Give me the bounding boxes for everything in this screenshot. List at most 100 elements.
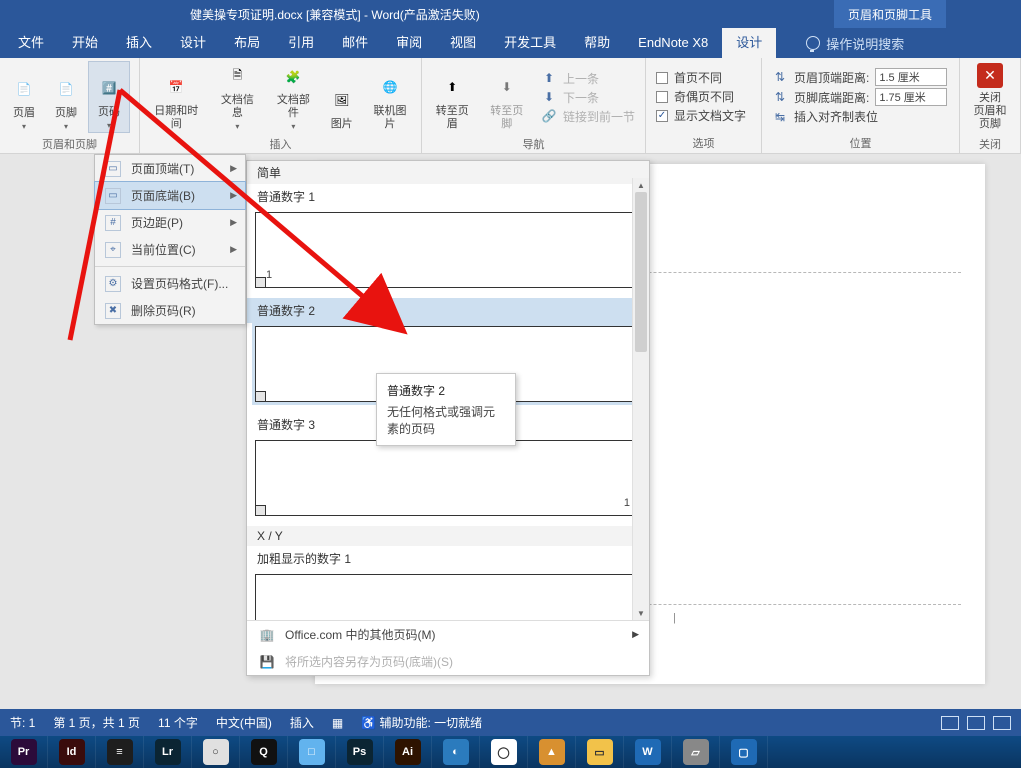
view-web-icon[interactable] xyxy=(993,716,1011,730)
app-icon: Ai xyxy=(395,739,421,765)
status-a11y[interactable]: ♿ 辅助功能: 一切就绪 xyxy=(361,714,482,731)
app-icon: Q xyxy=(251,739,277,765)
save-selection-icon: 💾 xyxy=(259,654,275,670)
gallery-more-office[interactable]: 🏢Office.com 中的其他页码(M)▶ xyxy=(247,621,649,648)
annotation-arrow xyxy=(60,80,440,360)
view-controls xyxy=(941,716,1011,730)
taskbar-item[interactable]: ◯ xyxy=(480,736,528,768)
footer-distance: ⇅页脚底端距离:1.75 厘米 xyxy=(772,88,947,106)
status-words[interactable]: 11 个字 xyxy=(158,714,198,731)
taskbar-item[interactable]: Pr xyxy=(0,736,48,768)
taskbar-item[interactable]: Ps xyxy=(336,736,384,768)
taskbar-item[interactable]: ▲ xyxy=(528,736,576,768)
taskbar-item[interactable]: ◐ xyxy=(432,736,480,768)
link-icon: 🔗 xyxy=(541,108,557,124)
tab-file[interactable]: 文件 xyxy=(4,28,58,58)
tab-design-hf[interactable]: 设计 xyxy=(722,28,776,58)
group-label-position: 位置 xyxy=(762,135,959,153)
app-icon: W xyxy=(635,739,661,765)
app-icon: Ps xyxy=(347,739,373,765)
insert-align-tab[interactable]: ↹插入对齐制表位 xyxy=(772,108,947,125)
view-print-icon[interactable] xyxy=(967,716,985,730)
show-doc-text[interactable]: ✓显示文档文字 xyxy=(656,107,746,124)
checkbox-icon[interactable] xyxy=(656,91,668,103)
checkbox-icon[interactable] xyxy=(656,72,668,84)
checkbox-icon[interactable]: ✓ xyxy=(656,110,668,122)
app-icon: □ xyxy=(299,739,325,765)
different-odd-even[interactable]: 奇偶页不同 xyxy=(656,88,746,105)
prev-section: ⬆上一条 xyxy=(541,70,635,87)
tell-me-search[interactable]: 操作说明搜索 xyxy=(806,34,904,53)
footer-distance-spinner[interactable]: 1.75 厘米 xyxy=(875,88,947,106)
text-cursor: | xyxy=(673,612,676,624)
taskbar-item[interactable]: Id xyxy=(48,736,96,768)
prev-icon: ⬆ xyxy=(541,70,557,86)
tooltip-title: 普通数字 2 xyxy=(387,382,505,399)
status-section[interactable]: 节: 1 xyxy=(10,714,35,731)
office-icon: 🏢 xyxy=(259,627,275,643)
title-text: 健美操专项证明.docx [兼容模式] - Word(产品激活失败) xyxy=(190,6,480,23)
taskbar-item[interactable]: Lr xyxy=(144,736,192,768)
status-insert[interactable]: 插入 xyxy=(290,714,314,731)
gallery-scrollbar[interactable]: ▲▼ xyxy=(632,178,649,620)
header-button[interactable]: 📄页眉▾ xyxy=(4,61,44,133)
taskbar-item[interactable]: W xyxy=(624,736,672,768)
gallery-section-xy: X / Y xyxy=(247,526,649,546)
goto-footer-button[interactable]: ⬇转至页脚 xyxy=(480,61,532,133)
taskbar-item[interactable]: ▭ xyxy=(576,736,624,768)
app-icon: ◯ xyxy=(491,739,517,765)
app-icon: ≡ xyxy=(107,739,133,765)
status-language[interactable]: 中文(中国) xyxy=(216,714,272,731)
chevron-right-icon: ▶ xyxy=(632,629,639,640)
scroll-up-icon[interactable]: ▲ xyxy=(633,178,649,192)
tab-dev[interactable]: 开发工具 xyxy=(490,28,570,58)
taskbar-item[interactable]: ▢ xyxy=(720,736,768,768)
gallery-item-bold1-label: 加粗显示的数字 1 xyxy=(247,546,649,571)
status-macro-icon[interactable]: ▦ xyxy=(332,716,343,730)
tab-view[interactable]: 视图 xyxy=(436,28,490,58)
view-read-icon[interactable] xyxy=(941,716,959,730)
tooltip: 普通数字 2 无任何格式或强调元素的页码 xyxy=(376,373,516,446)
tab-design[interactable]: 设计 xyxy=(166,28,220,58)
tell-me-text: 操作说明搜索 xyxy=(826,34,904,53)
menu-row: 文件 开始 插入 设计 布局 引用 邮件 审阅 视图 开发工具 帮助 EndNo… xyxy=(0,28,1021,58)
tab-home[interactable]: 开始 xyxy=(58,28,112,58)
goto-footer-icon: ⬇ xyxy=(493,73,521,101)
gallery-item-bold1[interactable]: 1 / 1 xyxy=(255,574,641,620)
header-icon: 📄 xyxy=(10,75,38,103)
group-label-nav: 导航 xyxy=(422,136,645,154)
taskbar-item[interactable]: Ai xyxy=(384,736,432,768)
scroll-down-icon[interactable]: ▼ xyxy=(633,606,649,620)
link-previous: 🔗链接到前一节 xyxy=(541,108,635,125)
taskbar-item[interactable]: Q xyxy=(240,736,288,768)
taskbar-item[interactable]: ○ xyxy=(192,736,240,768)
tab-layout[interactable]: 布局 xyxy=(220,28,274,58)
status-bar: 节: 1 第 1 页，共 1 页 11 个字 中文(中国) 插入 ▦ ♿ 辅助功… xyxy=(0,709,1021,736)
header-distance: ⇅页眉顶端距离:1.5 厘米 xyxy=(772,68,947,86)
tab-help[interactable]: 帮助 xyxy=(570,28,624,58)
taskbar-item[interactable]: ≡ xyxy=(96,736,144,768)
different-first-page[interactable]: 首页不同 xyxy=(656,69,746,86)
header-distance-spinner[interactable]: 1.5 厘米 xyxy=(875,68,947,86)
taskbar: Pr Id ≡ Lr○ Q □ Ps Ai ◐ ◯ ▲ ▭ W ▱ ▢ xyxy=(0,736,1021,768)
tab-icon: ↹ xyxy=(772,109,788,125)
taskbar-item[interactable]: ▱ xyxy=(672,736,720,768)
gallery-item-plain3[interactable]: 1 xyxy=(255,440,641,516)
taskbar-item[interactable]: □ xyxy=(288,736,336,768)
close-hf-button[interactable]: ✕关闭 页眉和页脚 xyxy=(964,61,1016,133)
contextual-tab-label: 页眉和页脚工具 xyxy=(834,0,946,28)
tab-endnote[interactable]: EndNote X8 xyxy=(624,28,722,58)
app-icon: ▢ xyxy=(731,739,757,765)
chevron-down-icon: ▾ xyxy=(22,122,26,131)
status-page[interactable]: 第 1 页，共 1 页 xyxy=(53,714,140,731)
ruler-icon: ⇅ xyxy=(772,69,788,85)
app-icon: Id xyxy=(59,739,85,765)
tooltip-desc: 无任何格式或强调元素的页码 xyxy=(387,403,505,437)
app-icon: ▭ xyxy=(587,739,613,765)
tab-mailings[interactable]: 邮件 xyxy=(328,28,382,58)
tab-review[interactable]: 审阅 xyxy=(382,28,436,58)
bulb-icon xyxy=(806,36,820,50)
tab-insert[interactable]: 插入 xyxy=(112,28,166,58)
tab-references[interactable]: 引用 xyxy=(274,28,328,58)
scroll-thumb[interactable] xyxy=(635,192,647,352)
